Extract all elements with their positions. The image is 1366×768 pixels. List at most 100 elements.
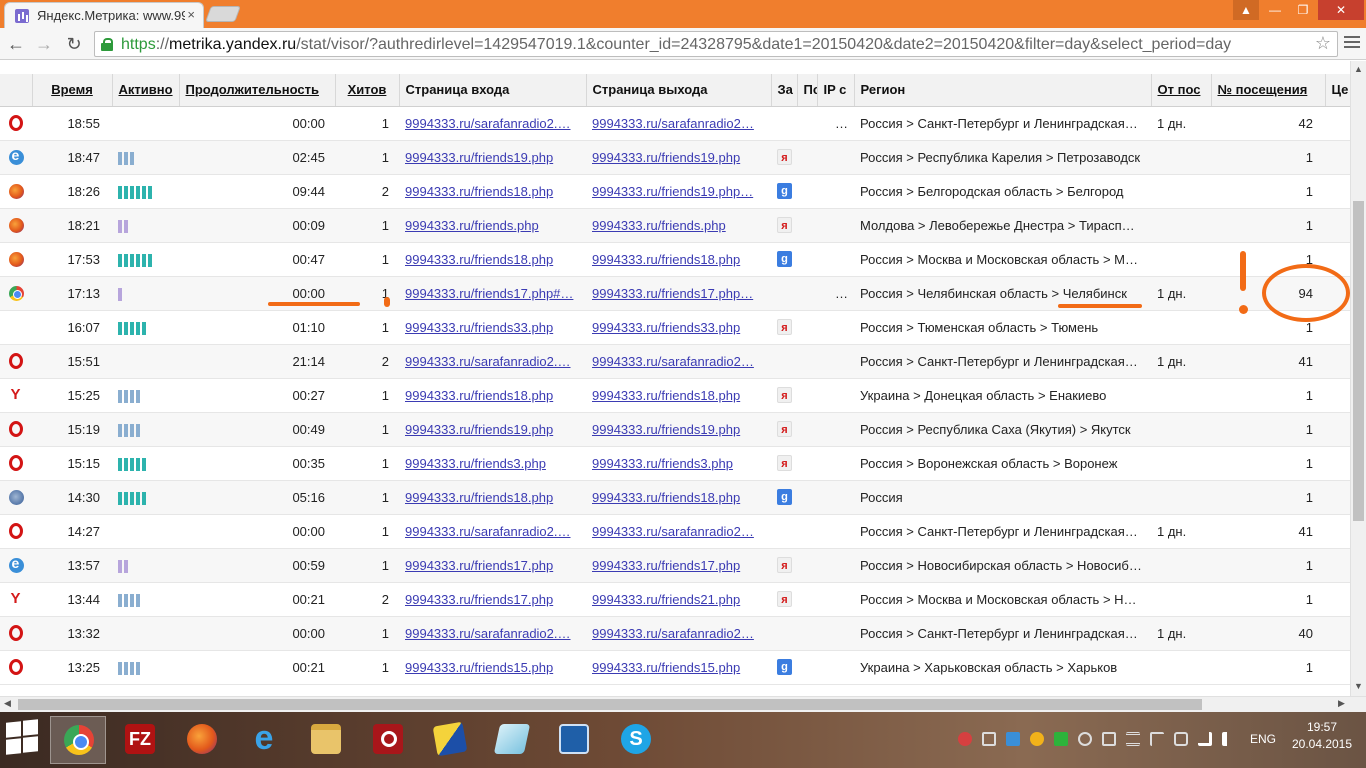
header-col-duration[interactable]: Продолжительность [179,74,336,107]
entry-page-link[interactable]: 9994333.ru/friends19.php [405,150,553,165]
table-row[interactable]: 14:30 05:16 1 9994333.ru/friends18.php 99943… [0,480,1350,515]
exit-page-link[interactable]: 9994333.ru/friends15.php [592,660,740,675]
exit-page-link[interactable]: 9994333.ru/friends19.php [592,422,740,437]
entry-page-link[interactable]: 9994333.ru/friends15.php [405,660,553,675]
tray-volume-icon[interactable] [1222,732,1236,746]
tray-keyboard-icon[interactable] [1126,732,1140,746]
taskbar-settings-app[interactable] [546,716,602,764]
table-row[interactable]: 13:25 00:21 1 9994333.ru/friends15.php 99943… [0,650,1350,685]
tray-clock[interactable]: 19:57 20.04.2015 [1290,719,1354,753]
taskbar-notepad[interactable] [484,716,540,764]
entry-page-link[interactable]: 9994333.ru/friends18.php [405,490,553,505]
tray-flag-icon[interactable] [1150,732,1164,746]
exit-page-link[interactable]: 9994333.ru/friends18.php [592,388,740,403]
exit-page-link[interactable]: 9994333.ru/friends18.php [592,252,740,267]
taskbar-filezilla[interactable]: FZ [112,716,168,764]
scroll-right-arrow-icon[interactable]: ▶ [1338,698,1345,709]
table-row[interactable]: 17:13 00:00 1 9994333.ru/friends17.php#… 999… [0,276,1350,311]
chrome-user-icon[interactable]: ▲ [1233,0,1259,20]
scroll-down-arrow-icon[interactable]: ▼ [1354,681,1363,691]
chrome-menu-icon[interactable] [1344,36,1360,50]
taskbar-file-explorer[interactable] [298,716,354,764]
address-bar[interactable]: https://metrika.yandex.ru/stat/visor/?au… [94,31,1338,57]
entry-page-link[interactable]: 9994333.ru/sarafanradio2.… [405,116,571,131]
table-row[interactable]: 15:51 21:14 2 9994333.ru/sarafanradio2.… 999… [0,344,1350,379]
entry-page-link[interactable]: 9994333.ru/friends17.php#… [405,286,573,301]
table-row[interactable]: 18:21 00:09 1 9994333.ru/friends.php 9994333… [0,208,1350,243]
taskbar-teamviewer[interactable] [422,716,478,764]
exit-page-link[interactable]: 9994333.ru/sarafanradio2… [592,524,754,539]
taskbar-chrome[interactable] [50,716,106,764]
entry-page-link[interactable]: 9994333.ru/friends19.php [405,422,553,437]
tray-antivirus-icon[interactable] [958,732,972,746]
table-row[interactable]: 13:5700:5919994333.ru/friends17.php99943… [0,548,1350,583]
exit-page-link[interactable]: 9994333.ru/sarafanradio2… [592,116,754,131]
scroll-up-arrow-icon[interactable]: ▲ [1354,64,1363,74]
scroll-left-arrow-icon[interactable]: ◀ [4,698,11,709]
exit-page-link[interactable]: 9994333.ru/friends19.php… [592,184,753,199]
table-row[interactable]: 13:44 00:212 9994333.ru/friends17.php 99943… [0,582,1350,617]
header-col-since-prev[interactable]: От пос [1151,74,1212,107]
tray-network-app-icon[interactable] [1006,732,1020,746]
taskbar-firefox[interactable] [174,716,230,764]
entry-page-link[interactable]: 9994333.ru/sarafanradio2.… [405,626,571,641]
entry-page-link[interactable]: 9994333.ru/friends17.php [405,558,553,573]
exit-page-link[interactable]: 9994333.ru/friends21.php [592,592,740,607]
entry-page-link[interactable]: 9994333.ru/friends18.php [405,252,553,267]
exit-page-link[interactable]: 9994333.ru/friends18.php [592,490,740,505]
exit-page-link[interactable]: 9994333.ru/friends19.php [592,150,740,165]
tray-green-app-icon[interactable] [1054,732,1068,746]
back-arrow-icon[interactable]: ← [6,34,26,54]
table-row[interactable]: 17:53 00:47 1 9994333.ru/friends18.php 99943… [0,242,1350,277]
windows-start-icon[interactable] [6,719,40,756]
header-col-search[interactable]: За [771,74,798,107]
window-maximize-button[interactable]: ❐ [1290,0,1316,20]
tray-clock-app-icon[interactable] [1078,732,1092,746]
header-col-region[interactable]: Регион [854,74,1152,107]
new-tab-button[interactable] [205,6,241,22]
entry-page-link[interactable]: 9994333.ru/sarafanradio2.… [405,524,571,539]
tray-language[interactable]: ENG [1250,732,1276,746]
tray-usb-icon[interactable] [1174,732,1188,746]
table-row[interactable]: 14:27 00:00 1 9994333.ru/sarafanradio2.… 999… [0,514,1350,549]
entry-page-link[interactable]: 9994333.ru/friends17.php [405,592,553,607]
table-row[interactable]: 15:2500:2719994333.ru/friends18.php99943… [0,378,1350,413]
forward-arrow-icon[interactable]: → [34,34,54,54]
table-row[interactable]: 15:15 00:35 1 9994333.ru/friends3.php 999433… [0,446,1350,481]
browser-tab-active[interactable]: Яндекс.Метрика: www.99 × [4,2,204,28]
entry-page-link[interactable]: 9994333.ru/friends3.php [405,456,546,471]
header-col-exit-page[interactable]: Страница выхода [586,74,772,107]
exit-page-link[interactable]: 9994333.ru/friends3.php [592,456,733,471]
entry-page-link[interactable]: 9994333.ru/friends18.php [405,184,553,199]
entry-page-link[interactable]: 9994333.ru/friends33.php [405,320,553,335]
exit-page-link[interactable]: 9994333.ru/friends33.php [592,320,740,335]
header-col-time[interactable]: Время [32,74,113,107]
table-row[interactable]: 18:55 00:00 1 9994333.ru/sarafanradio2.… 999… [0,106,1350,141]
header-col-po[interactable]: По [797,74,818,107]
window-close-button[interactable]: ✕ [1318,0,1364,20]
table-row[interactable]: 16:07 01:10 1 9994333.ru/friends33.php 99943… [0,310,1350,345]
exit-page-link[interactable]: 9994333.ru/friends17.php… [592,286,753,301]
table-row[interactable]: 15:19 00:49 1 9994333.ru/friends19.php 99943… [0,412,1350,447]
taskbar-skype[interactable]: S [608,716,664,764]
vertical-scrollbar[interactable]: ▲ ▼ [1350,61,1366,696]
tray-orange-app-icon[interactable] [1030,732,1044,746]
table-row[interactable]: 13:32 00:00 1 9994333.ru/sarafanradio2.… 999… [0,616,1350,651]
header-col-ip[interactable]: IP с [817,74,855,107]
horizontal-scrollbar[interactable]: ◀ ▶ [0,696,1366,712]
horizontal-scroll-thumb[interactable] [18,699,1202,710]
window-minimize-button[interactable]: — [1262,0,1288,20]
tray-signal-icon[interactable] [1198,732,1212,746]
header-col-goal[interactable]: Це [1325,74,1350,107]
lock-icon[interactable] [101,38,113,51]
url-text[interactable]: https://metrika.yandex.ru/stat/visor/?au… [121,36,1231,54]
tray-device-icon[interactable] [1102,732,1116,746]
header-col-visit-number[interactable]: № посещения [1211,74,1326,107]
exit-page-link[interactable]: 9994333.ru/friends.php [592,218,726,233]
header-col-hits[interactable]: Хитов [335,74,400,107]
header-col-entry-page[interactable]: Страница входа [399,74,587,107]
exit-page-link[interactable]: 9994333.ru/sarafanradio2… [592,354,754,369]
header-col-activity[interactable]: Активно [112,74,180,107]
exit-page-link[interactable]: 9994333.ru/friends17.php [592,558,740,573]
exit-page-link[interactable]: 9994333.ru/sarafanradio2… [592,626,754,641]
